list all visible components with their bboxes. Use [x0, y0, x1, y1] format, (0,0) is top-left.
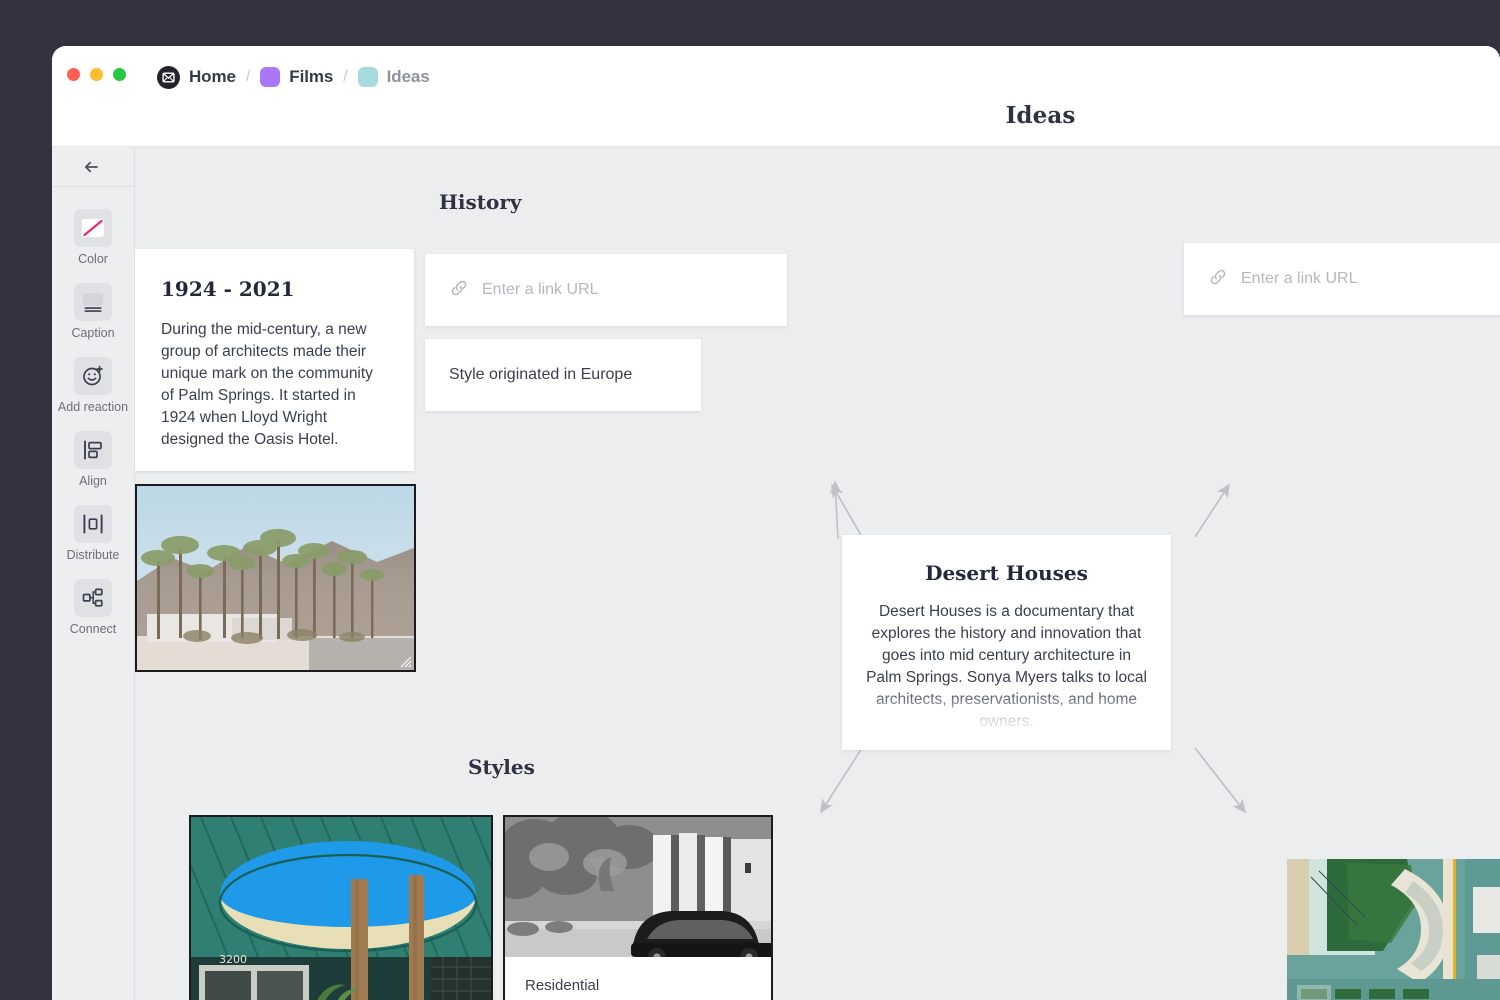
- palm-springs-street-photo[interactable]: [135, 484, 416, 672]
- breadcrumb-item-films[interactable]: Films: [260, 67, 333, 87]
- link-input-card-1[interactable]: Enter a link URL: [425, 254, 787, 326]
- page-title: Ideas: [1006, 102, 1076, 129]
- ideas-color-chip: [358, 67, 378, 87]
- home-icon: [157, 66, 180, 89]
- text-card-style-origin[interactable]: Style originated in Europe: [425, 339, 701, 411]
- breadcrumb-item-home[interactable]: Home: [157, 66, 236, 89]
- toolbar-label-color: Color: [78, 252, 108, 266]
- align-icon: [74, 431, 112, 469]
- aerial-city-photo[interactable]: [1287, 859, 1500, 1000]
- toolbar-label-connect: Connect: [70, 622, 117, 636]
- link-input-card-2[interactable]: Enter a link URL: [1184, 243, 1500, 315]
- window-controls: [67, 68, 126, 81]
- text-card-label: Style originated in Europe: [449, 366, 632, 384]
- toolbar-label-caption: Caption: [71, 326, 114, 340]
- toolbar-item-caption[interactable]: Caption: [52, 283, 134, 340]
- desert-houses-title: Desert Houses: [866, 561, 1147, 585]
- toolbar-item-add-reaction[interactable]: Add reaction: [52, 357, 134, 414]
- residential-photo[interactable]: Residential: [503, 815, 773, 1000]
- toolbar-items: Color Caption: [52, 187, 134, 653]
- films-color-chip: [260, 67, 280, 87]
- residential-caption: Residential: [505, 957, 771, 1000]
- caption-icon: [74, 283, 112, 321]
- breadcrumb-separator-2: /: [343, 68, 347, 86]
- workspace: Color Caption: [52, 147, 1500, 1000]
- back-button[interactable]: [52, 147, 134, 187]
- note-card-history[interactable]: 1924 - 2021 During the mid-century, a ne…: [135, 249, 414, 471]
- page-title-container: Ideas: [52, 102, 1500, 129]
- left-toolbar: Color Caption: [52, 147, 135, 1000]
- arrow-left-icon: [82, 159, 104, 175]
- toolbar-label-align: Align: [79, 474, 107, 488]
- breadcrumb-separator-1: /: [246, 68, 250, 86]
- toolbar-label-distribute: Distribute: [67, 548, 120, 562]
- svg-text:3200: 3200: [219, 953, 247, 966]
- desktop-backdrop: Home / Films / Ideas Ideas: [0, 0, 1500, 1000]
- distribute-icon: [74, 505, 112, 543]
- note-card-title: 1924 - 2021: [161, 277, 388, 301]
- section-heading-styles: Styles: [468, 755, 535, 779]
- photo-resize-handle[interactable]: [398, 654, 412, 668]
- minimize-window-button[interactable]: [90, 68, 103, 81]
- section-heading-history: History: [439, 190, 522, 214]
- toolbar-item-connect[interactable]: Connect: [52, 579, 134, 636]
- board-canvas[interactable]: History Styles 1924 - 2021 During the mi…: [135, 147, 1500, 1000]
- link-icon: [449, 278, 469, 303]
- note-card-body: During the mid-century, a new group of a…: [161, 319, 388, 451]
- breadcrumb-ideas-label: Ideas: [387, 67, 430, 87]
- breadcrumb-item-ideas[interactable]: Ideas: [358, 67, 430, 87]
- connect-icon: [74, 579, 112, 617]
- maximize-window-button[interactable]: [113, 68, 126, 81]
- desert-houses-body: Desert Houses is a documentary that expl…: [866, 601, 1147, 733]
- toolbar-label-add-reaction: Add reaction: [58, 400, 128, 414]
- title-bar: Home / Films / Ideas Ideas: [52, 46, 1500, 147]
- close-window-button[interactable]: [67, 68, 80, 81]
- link-icon: [1208, 267, 1228, 292]
- desert-houses-card[interactable]: Desert Houses Desert Houses is a documen…: [842, 535, 1171, 750]
- toolbar-item-color[interactable]: Color: [52, 209, 134, 266]
- breadcrumb-home-label: Home: [189, 67, 236, 87]
- breadcrumb-films-label: Films: [289, 67, 333, 87]
- breezeway-pool-photo[interactable]: 3200: [189, 815, 493, 1000]
- toolbar-item-align[interactable]: Align: [52, 431, 134, 488]
- link-url-input-2[interactable]: Enter a link URL: [1241, 270, 1358, 288]
- toolbar-item-distribute[interactable]: Distribute: [52, 505, 134, 562]
- app-window: Home / Films / Ideas Ideas: [52, 46, 1500, 1000]
- color-swatch-icon: [74, 209, 112, 247]
- emoji-plus-icon: [74, 357, 112, 395]
- link-url-input-1[interactable]: Enter a link URL: [482, 281, 599, 299]
- breadcrumb: Home / Films / Ideas: [157, 64, 430, 90]
